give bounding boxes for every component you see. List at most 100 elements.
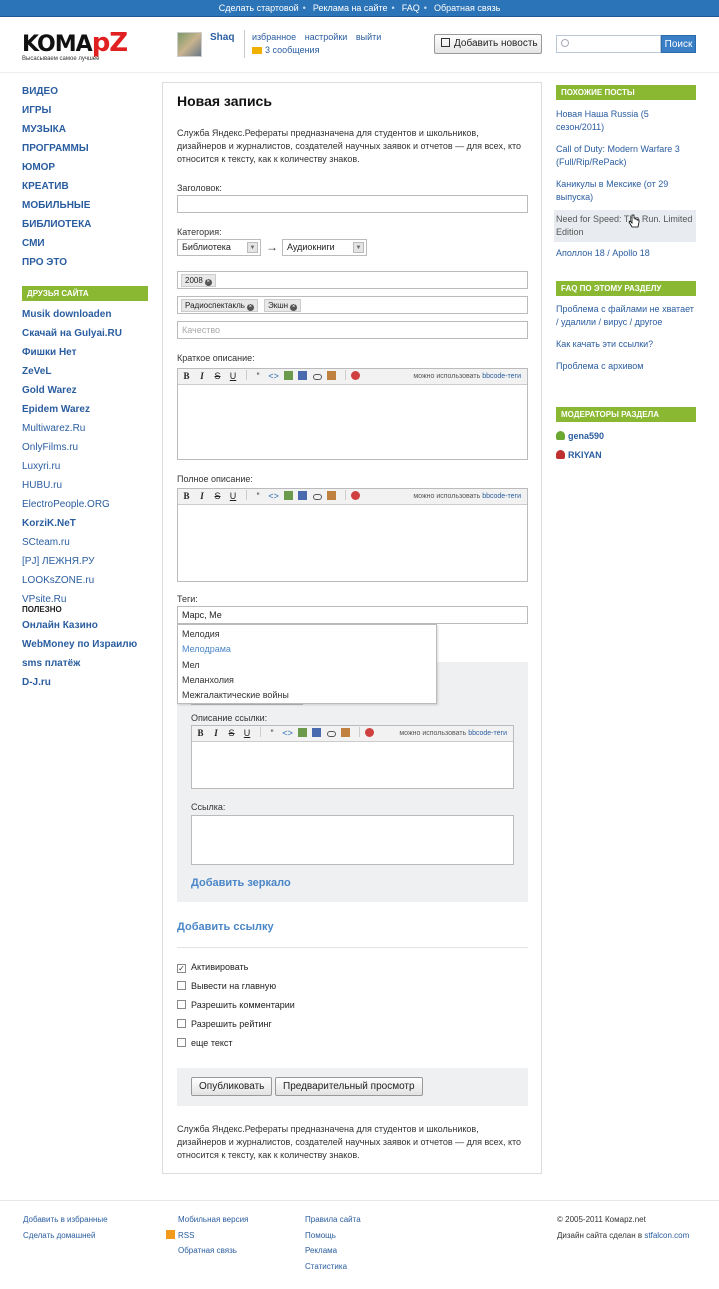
bold-button[interactable]: B	[195, 726, 206, 741]
image-icon[interactable]	[283, 371, 293, 380]
friend-link[interactable]: SCteam.ru	[22, 533, 148, 552]
useful-link[interactable]: sms платёж	[22, 654, 152, 673]
suggestion-item[interactable]: Мелодия	[178, 627, 436, 642]
add-mirror-link[interactable]: Добавить зеркало	[191, 877, 291, 889]
checkbox-icon[interactable]	[177, 1000, 186, 1009]
italic-button[interactable]: I	[197, 489, 208, 504]
useful-link[interactable]: WebMoney по Израилю	[22, 635, 152, 654]
friend-link[interactable]: Musik downloaden	[22, 305, 148, 324]
quote-button[interactable]: “	[253, 369, 264, 384]
mobile-version-link[interactable]: Мобильная версия	[166, 1212, 248, 1228]
username[interactable]: Shaq	[210, 32, 234, 43]
friend-link[interactable]: KorziK.NeT	[22, 514, 148, 533]
logout-link[interactable]: выйти	[356, 32, 381, 42]
code-button[interactable]: <>	[268, 489, 279, 504]
suggestion-item[interactable]: Мел	[178, 658, 436, 673]
similar-post-link[interactable]: Аполлон 18 / Apollo 18	[556, 247, 696, 260]
checkbox-more[interactable]: еще текст	[177, 1038, 233, 1048]
make-home-link[interactable]: Сделать домашней	[23, 1228, 108, 1244]
add-news-button[interactable]: Добавить новость	[434, 34, 542, 54]
link-icon[interactable]	[326, 731, 336, 737]
search-input[interactable]	[556, 35, 661, 53]
nav-programs[interactable]: ПРОГРАММЫ	[22, 139, 152, 158]
publish-button[interactable]: Опубликовать	[191, 1077, 273, 1096]
clear-format-icon[interactable]	[365, 728, 375, 737]
user-icon[interactable]	[327, 371, 337, 380]
clear-format-icon[interactable]	[351, 491, 361, 500]
nav-creative[interactable]: КРЕАТИВ	[22, 177, 152, 196]
friend-link[interactable]: LOOKsZONE.ru	[22, 571, 148, 590]
year-tag-input[interactable]: 2008 ×	[177, 271, 528, 289]
checkbox-checked-icon[interactable]: ✓	[177, 964, 186, 973]
preview-button[interactable]: Предварительный просмотр	[275, 1077, 423, 1096]
faq-link[interactable]: Проблема с архивом	[556, 360, 696, 373]
strike-button[interactable]: S	[226, 726, 237, 741]
friend-link[interactable]: Epidem Warez	[22, 400, 148, 419]
stats-link[interactable]: Статистика	[305, 1259, 361, 1275]
category-select[interactable]: Библиотека ▼	[177, 239, 261, 256]
search-button[interactable]: Поиск	[661, 35, 696, 53]
link-icon[interactable]	[312, 494, 322, 500]
underline-button[interactable]: U	[228, 489, 239, 504]
bold-button[interactable]: B	[181, 489, 192, 504]
topbar-link-homepage[interactable]: Сделать стартовой	[219, 3, 299, 13]
rules-link[interactable]: Правила сайта	[305, 1212, 361, 1228]
bbcode-link[interactable]: bbcode-теги	[482, 493, 521, 500]
faq-link[interactable]: Как качать эти ссылки?	[556, 338, 696, 351]
friend-link[interactable]: Luxyri.ru	[22, 457, 148, 476]
topbar-link-feedback[interactable]: Обратная связь	[434, 3, 500, 13]
short-desc-editor[interactable]: B I S U “ <> можно использовать bbcode-т…	[177, 368, 528, 460]
nav-media[interactable]: СМИ	[22, 234, 152, 253]
rss-link[interactable]: RSS	[166, 1228, 248, 1244]
italic-button[interactable]: I	[197, 369, 208, 384]
messages-link[interactable]: 3 сообщения	[265, 45, 319, 55]
settings-link[interactable]: настройки	[305, 32, 348, 42]
similar-post-link[interactable]: Новая Наша Russia (5 сезон/2011)	[556, 108, 696, 134]
user-icon[interactable]	[341, 728, 351, 737]
video-icon[interactable]	[312, 728, 322, 737]
code-button[interactable]: <>	[268, 369, 279, 384]
genre-tag-input[interactable]: Радиоспектакль × Экшн ×	[177, 296, 528, 314]
suggestion-item[interactable]: Меланхолия	[178, 673, 436, 688]
add-favorites-link[interactable]: Добавить в избранные	[23, 1212, 108, 1228]
full-desc-editor[interactable]: B I S U “ <> можно использовать bbcode-т…	[177, 488, 528, 582]
link-desc-editor[interactable]: B I S U “ <> можно использовать bbcode-т…	[191, 725, 514, 789]
bbcode-link[interactable]: bbcode-теги	[482, 373, 521, 380]
image-icon[interactable]	[297, 728, 307, 737]
similar-post-link[interactable]: Call of Duty: Modern Warfare 3 (Full/Rip…	[556, 143, 696, 169]
tags-input[interactable]: Марс, Ме	[177, 606, 528, 624]
link-icon[interactable]	[312, 374, 322, 380]
title-input[interactable]	[177, 195, 528, 213]
topbar-link-ads[interactable]: Реклама на сайте	[313, 3, 388, 13]
quote-button[interactable]: “	[267, 726, 278, 741]
topbar-link-faq[interactable]: FAQ	[402, 3, 420, 13]
friend-link[interactable]: Скачай на Gulyai.RU	[22, 324, 148, 343]
code-button[interactable]: <>	[282, 726, 293, 741]
underline-button[interactable]: U	[228, 369, 239, 384]
useful-link[interactable]: D-J.ru	[22, 673, 152, 692]
ads-link[interactable]: Реклама	[305, 1243, 361, 1259]
friend-link[interactable]: Multiwarez.Ru	[22, 419, 148, 438]
checkbox-icon[interactable]	[177, 1019, 186, 1028]
moderator-item[interactable]: RKIYAN	[556, 449, 696, 461]
nav-games[interactable]: ИГРЫ	[22, 101, 152, 120]
nav-humor[interactable]: ЮМОР	[22, 158, 152, 177]
nav-music[interactable]: МУЗЫКА	[22, 120, 152, 139]
quote-button[interactable]: “	[253, 489, 264, 504]
faq-link[interactable]: Проблема с файлами не хватает / удалили …	[556, 303, 696, 329]
similar-post-link[interactable]: Каникулы в Мексике (от 29 выпуска)	[556, 178, 696, 204]
suggestion-item[interactable]: Межгалактические войны	[178, 688, 436, 703]
video-icon[interactable]	[298, 371, 308, 380]
friend-link[interactable]: OnlyFilms.ru	[22, 438, 148, 457]
checkbox-activate[interactable]: ✓ Активировать	[177, 962, 248, 973]
feedback-link[interactable]: Обратная связь	[166, 1243, 248, 1259]
strike-button[interactable]: S	[212, 489, 223, 504]
remove-tag-icon[interactable]: ×	[204, 279, 212, 286]
add-link-button[interactable]: Добавить ссылку	[177, 921, 274, 933]
nav-about[interactable]: ПРО ЭТО	[22, 253, 152, 272]
underline-button[interactable]: U	[242, 726, 253, 741]
help-link[interactable]: Помощь	[305, 1228, 361, 1244]
friend-link[interactable]: [PJ] ЛЕЖНЯ.РУ	[22, 552, 148, 571]
site-logo[interactable]: KOMApZ Высасываем самое лучшее	[22, 28, 172, 66]
video-icon[interactable]	[298, 491, 308, 500]
